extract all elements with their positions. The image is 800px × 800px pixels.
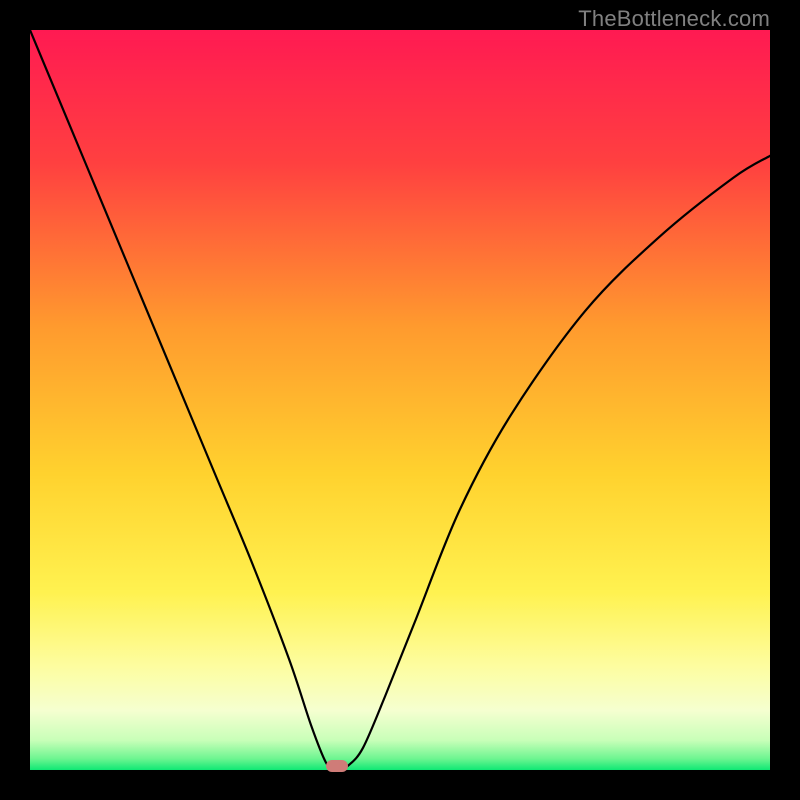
chart-background-gradient xyxy=(30,30,770,770)
minimum-marker xyxy=(326,760,348,772)
chart-frame xyxy=(30,30,770,770)
watermark-text: TheBottleneck.com xyxy=(578,6,770,32)
